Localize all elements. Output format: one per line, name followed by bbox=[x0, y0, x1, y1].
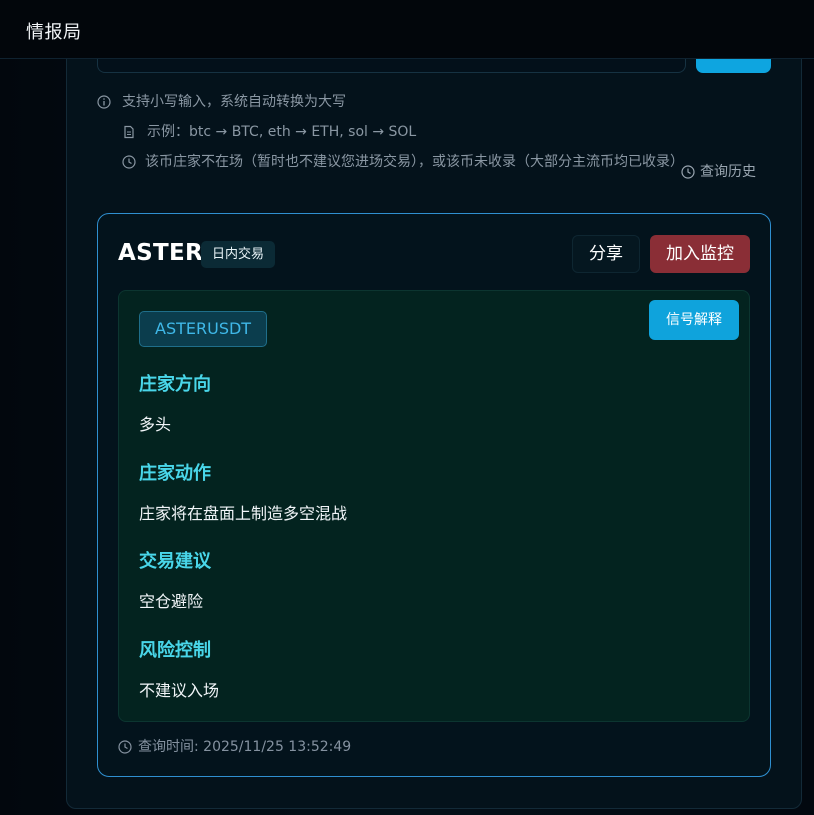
history-clock-icon bbox=[681, 165, 695, 179]
section-value-action: 庄家将在盘面上制造多空混战 bbox=[139, 504, 348, 523]
symbol-badge: ASTERUSDT bbox=[139, 311, 268, 347]
history-link-label: 查询历史 bbox=[700, 164, 756, 180]
hint-example: 示例：btc → BTC, eth → ETH, sol → SOL bbox=[122, 122, 416, 142]
hint-uppercase: 支持小写输入，系统自动转换为大写 bbox=[97, 92, 346, 112]
coin-name: ASTER bbox=[118, 240, 203, 266]
app-root: 情报局 支持小写输入，系统自动转换为大写 示例：btc → BTC, eth →… bbox=[0, 0, 814, 815]
section-heading-advice: 交易建议 bbox=[139, 551, 211, 572]
section-heading-direction: 庄家方向 bbox=[139, 374, 211, 395]
hint-uppercase-text: 支持小写输入，系统自动转换为大写 bbox=[122, 94, 346, 110]
hint-notice: 该币庄家不在场（暂时也不建议您进场交易），或该币未收录（大部分主流币均已收录） bbox=[122, 152, 684, 172]
section-heading-risk: 风险控制 bbox=[139, 640, 211, 661]
document-icon bbox=[124, 125, 134, 139]
history-link[interactable]: 查询历史 bbox=[681, 162, 756, 182]
info-icon bbox=[97, 95, 111, 109]
hint-notice-text: 该币庄家不在场（暂时也不建议您进场交易），或该币未收录（大部分主流币均已收录） bbox=[145, 154, 684, 170]
signal-explain-button[interactable]: 信号解释 bbox=[649, 300, 739, 340]
hint-example-text: 示例：btc → BTC, eth → ETH, sol → SOL bbox=[147, 124, 417, 140]
section-value-advice: 空仓避险 bbox=[139, 592, 204, 611]
section-value-direction: 多头 bbox=[139, 415, 172, 434]
section-value-risk: 不建议入场 bbox=[139, 681, 220, 700]
top-bar: 情报局 bbox=[0, 0, 814, 59]
query-time-text: 查询时间: 2025/11/25 13:52:49 bbox=[138, 739, 352, 755]
time-icon bbox=[118, 740, 132, 754]
share-button[interactable]: 分享 bbox=[572, 235, 640, 273]
query-time: 查询时间: 2025/11/25 13:52:49 bbox=[118, 737, 351, 757]
clock-icon bbox=[122, 155, 136, 169]
app-title: 情报局 bbox=[26, 22, 82, 43]
section-heading-action: 庄家动作 bbox=[139, 463, 211, 484]
strategy-tag: 日内交易 bbox=[201, 241, 276, 268]
add-monitor-button[interactable]: 加入监控 bbox=[650, 235, 750, 273]
